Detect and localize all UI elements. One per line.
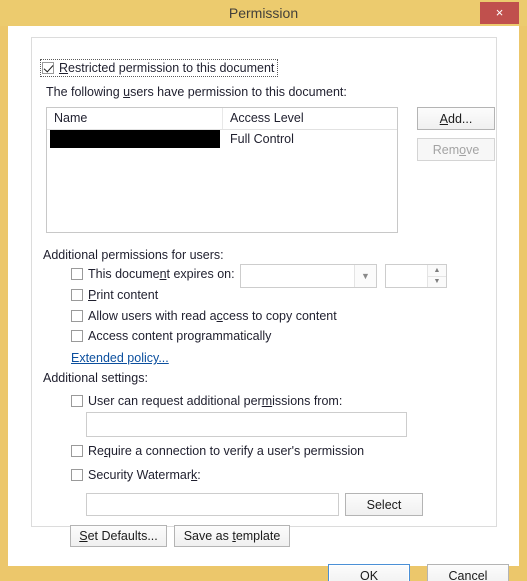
- close-icon[interactable]: ×: [480, 2, 519, 24]
- redacted-user-name: [50, 130, 220, 148]
- listview-header: Name Access Level: [47, 108, 397, 130]
- chevron-down-icon[interactable]: ▼: [354, 265, 376, 287]
- title-bar: Permission ×: [0, 0, 527, 26]
- request-permissions-input[interactable]: [86, 412, 407, 437]
- users-listview[interactable]: Name Access Level Full Control: [46, 107, 398, 233]
- column-header-name[interactable]: Name: [47, 108, 223, 129]
- require-connection-checkbox-row[interactable]: Require a connection to verify a user's …: [71, 444, 364, 458]
- require-connection-label: Require a connection to verify a user's …: [88, 444, 365, 458]
- print-content-label: Print content: [88, 288, 159, 302]
- spinner-buttons: ▲ ▼: [427, 265, 446, 287]
- security-watermark-checkbox-row[interactable]: Security Watermark:: [71, 468, 201, 482]
- security-watermark-checkbox[interactable]: [71, 469, 83, 481]
- users-caption: The following users have permission to t…: [46, 85, 347, 99]
- programmatic-access-label: Access content programmatically: [88, 329, 272, 343]
- restricted-permission-checkbox[interactable]: [42, 62, 54, 74]
- additional-settings-caption: Additional settings:: [43, 371, 148, 385]
- cancel-button[interactable]: Cancel: [427, 564, 509, 581]
- programmatic-access-checkbox-row[interactable]: Access content programmatically: [71, 329, 271, 343]
- programmatic-access-checkbox[interactable]: [71, 330, 83, 342]
- expires-date-value: [241, 265, 354, 287]
- request-permissions-checkbox[interactable]: [71, 395, 83, 407]
- restricted-permission-checkbox-row[interactable]: Restricted permission to this document: [39, 59, 279, 80]
- column-header-access-level[interactable]: Access Level: [223, 108, 397, 129]
- add-button[interactable]: Add...: [417, 107, 495, 130]
- ok-button[interactable]: OK: [328, 564, 410, 581]
- extended-policy-link[interactable]: Extended policy...: [71, 351, 169, 365]
- copy-content-label: Allow users with read access to copy con…: [88, 309, 337, 323]
- copy-content-checkbox[interactable]: [71, 310, 83, 322]
- save-as-template-button[interactable]: Save as template: [174, 525, 290, 547]
- table-row[interactable]: Full Control: [47, 130, 397, 149]
- spinner-down-icon[interactable]: ▼: [428, 276, 446, 287]
- restricted-permission-label: Restricted permission to this document: [59, 61, 275, 75]
- cell-name: [47, 130, 223, 149]
- expires-label: This document expires on:: [88, 267, 235, 281]
- remove-button: Remove: [417, 138, 495, 161]
- dialog-client-area: Restricted permission to this document T…: [8, 26, 519, 581]
- require-connection-checkbox[interactable]: [71, 445, 83, 457]
- copy-content-checkbox-row[interactable]: Allow users with read access to copy con…: [71, 309, 337, 323]
- request-permissions-checkbox-row[interactable]: User can request additional permissions …: [71, 394, 342, 408]
- security-watermark-label: Security Watermark:: [88, 468, 201, 482]
- print-content-checkbox[interactable]: [71, 289, 83, 301]
- request-permissions-label: User can request additional permissions …: [88, 394, 343, 408]
- permission-dialog-window: Permission × Restricted permission to th…: [0, 0, 527, 581]
- spinner-up-icon[interactable]: ▲: [428, 265, 446, 277]
- print-content-checkbox-row[interactable]: Print content: [71, 288, 158, 302]
- cell-access-level: Full Control: [230, 132, 294, 146]
- expires-date-combobox[interactable]: ▼: [240, 264, 377, 288]
- additional-permissions-caption: Additional permissions for users:: [43, 248, 224, 262]
- window-title: Permission: [228, 5, 299, 21]
- select-watermark-button[interactable]: Select: [345, 493, 423, 516]
- expires-days-spinner[interactable]: ▲ ▼: [385, 264, 447, 288]
- expires-checkbox[interactable]: [71, 268, 83, 280]
- listview-body: Full Control: [47, 130, 397, 149]
- expires-checkbox-row[interactable]: This document expires on:: [71, 267, 235, 281]
- set-defaults-button[interactable]: Set Defaults...: [70, 525, 167, 547]
- expires-days-value: [386, 265, 427, 287]
- security-watermark-input[interactable]: [86, 493, 339, 516]
